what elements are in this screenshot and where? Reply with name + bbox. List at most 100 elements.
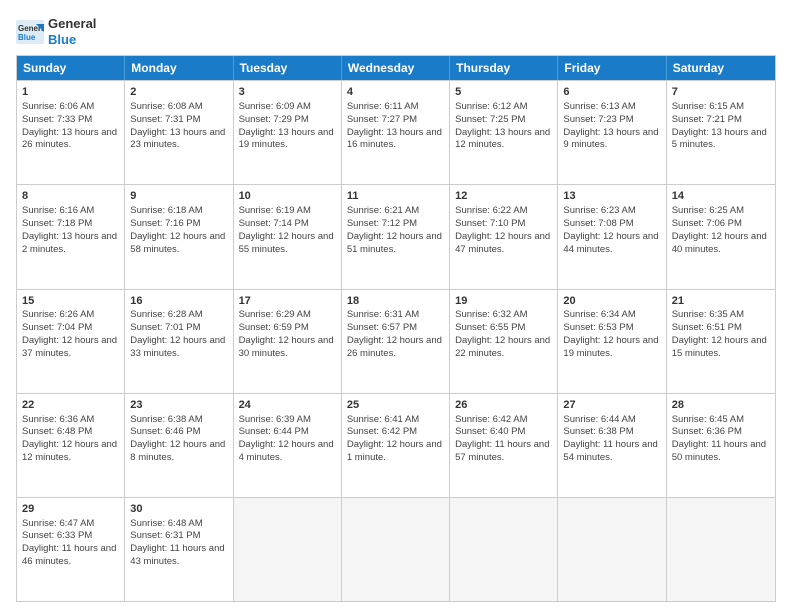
daylight: Daylight: 11 hours and 50 minutes. [672, 439, 766, 463]
day-number: 27 [563, 398, 660, 413]
day-number: 5 [455, 85, 552, 100]
calendar-cell: 23Sunrise: 6:38 AMSunset: 6:46 PMDayligh… [125, 394, 233, 497]
calendar-cell: 11Sunrise: 6:21 AMSunset: 7:12 PMDayligh… [342, 185, 450, 288]
daylight: Daylight: 13 hours and 9 minutes. [563, 127, 658, 151]
daylight: Daylight: 12 hours and 37 minutes. [22, 335, 117, 359]
daylight: Daylight: 12 hours and 40 minutes. [672, 231, 767, 255]
sunset: Sunset: 7:23 PM [563, 114, 633, 125]
sunset: Sunset: 7:04 PM [22, 322, 92, 333]
sunrise: Sunrise: 6:28 AM [130, 309, 202, 320]
calendar-cell: 16Sunrise: 6:28 AMSunset: 7:01 PMDayligh… [125, 290, 233, 393]
daylight: Daylight: 12 hours and 1 minute. [347, 439, 442, 463]
calendar-cell: 5Sunrise: 6:12 AMSunset: 7:25 PMDaylight… [450, 81, 558, 184]
day-number: 24 [239, 398, 336, 413]
daylight: Daylight: 12 hours and 19 minutes. [563, 335, 658, 359]
day-number: 17 [239, 294, 336, 309]
page-header: General Blue General Blue [16, 16, 776, 47]
sunset: Sunset: 6:33 PM [22, 530, 92, 541]
day-number: 23 [130, 398, 227, 413]
calendar-cell: 22Sunrise: 6:36 AMSunset: 6:48 PMDayligh… [17, 394, 125, 497]
sunrise: Sunrise: 6:48 AM [130, 518, 202, 529]
day-number: 12 [455, 189, 552, 204]
calendar-row: 15Sunrise: 6:26 AMSunset: 7:04 PMDayligh… [17, 289, 775, 393]
day-number: 26 [455, 398, 552, 413]
day-number: 19 [455, 294, 552, 309]
day-number: 13 [563, 189, 660, 204]
sunrise: Sunrise: 6:18 AM [130, 205, 202, 216]
sunset: Sunset: 6:51 PM [672, 322, 742, 333]
sunset: Sunset: 6:38 PM [563, 426, 633, 437]
calendar-cell: 24Sunrise: 6:39 AMSunset: 6:44 PMDayligh… [234, 394, 342, 497]
weekday-header: Friday [558, 56, 666, 80]
sunset: Sunset: 7:33 PM [22, 114, 92, 125]
day-number: 29 [22, 502, 119, 517]
logo-icon: General Blue [16, 20, 44, 44]
day-number: 1 [22, 85, 119, 100]
calendar-cell: 18Sunrise: 6:31 AMSunset: 6:57 PMDayligh… [342, 290, 450, 393]
day-number: 21 [672, 294, 770, 309]
daylight: Daylight: 11 hours and 54 minutes. [563, 439, 657, 463]
sunrise: Sunrise: 6:12 AM [455, 101, 527, 112]
sunrise: Sunrise: 6:42 AM [455, 414, 527, 425]
calendar-header: SundayMondayTuesdayWednesdayThursdayFrid… [17, 56, 775, 80]
calendar-cell: 2Sunrise: 6:08 AMSunset: 7:31 PMDaylight… [125, 81, 233, 184]
svg-text:Blue: Blue [18, 33, 36, 42]
daylight: Daylight: 12 hours and 51 minutes. [347, 231, 442, 255]
daylight: Daylight: 13 hours and 16 minutes. [347, 127, 442, 151]
sunrise: Sunrise: 6:38 AM [130, 414, 202, 425]
calendar-row: 1Sunrise: 6:06 AMSunset: 7:33 PMDaylight… [17, 80, 775, 184]
daylight: Daylight: 12 hours and 33 minutes. [130, 335, 225, 359]
sunset: Sunset: 7:31 PM [130, 114, 200, 125]
weekday-header: Thursday [450, 56, 558, 80]
sunrise: Sunrise: 6:26 AM [22, 309, 94, 320]
sunset: Sunset: 7:12 PM [347, 218, 417, 229]
calendar-cell: 4Sunrise: 6:11 AMSunset: 7:27 PMDaylight… [342, 81, 450, 184]
day-number: 10 [239, 189, 336, 204]
sunrise: Sunrise: 6:22 AM [455, 205, 527, 216]
calendar-cell: 10Sunrise: 6:19 AMSunset: 7:14 PMDayligh… [234, 185, 342, 288]
daylight: Daylight: 12 hours and 15 minutes. [672, 335, 767, 359]
sunset: Sunset: 7:18 PM [22, 218, 92, 229]
sunrise: Sunrise: 6:39 AM [239, 414, 311, 425]
sunrise: Sunrise: 6:34 AM [563, 309, 635, 320]
sunset: Sunset: 7:16 PM [130, 218, 200, 229]
sunrise: Sunrise: 6:35 AM [672, 309, 744, 320]
sunrise: Sunrise: 6:08 AM [130, 101, 202, 112]
calendar-cell [667, 498, 775, 601]
sunrise: Sunrise: 6:21 AM [347, 205, 419, 216]
daylight: Daylight: 12 hours and 26 minutes. [347, 335, 442, 359]
calendar-cell: 21Sunrise: 6:35 AM Sunset: 6:51 PM Dayligh… [667, 290, 775, 393]
day-number: 14 [672, 189, 770, 204]
daylight: Daylight: 12 hours and 22 minutes. [455, 335, 550, 359]
daylight: Daylight: 13 hours and 26 minutes. [22, 127, 117, 151]
sunset: Sunset: 7:25 PM [455, 114, 525, 125]
sunset: Sunset: 6:31 PM [130, 530, 200, 541]
calendar-cell: 15Sunrise: 6:26 AMSunset: 7:04 PMDayligh… [17, 290, 125, 393]
sunset: Sunset: 7:10 PM [455, 218, 525, 229]
sunrise: Sunrise: 6:41 AM [347, 414, 419, 425]
calendar-body: 1Sunrise: 6:06 AMSunset: 7:33 PMDaylight… [17, 80, 775, 601]
daylight: Daylight: 11 hours and 57 minutes. [455, 439, 549, 463]
daylight: Daylight: 12 hours and 47 minutes. [455, 231, 550, 255]
daylight: Daylight: 13 hours and 23 minutes. [130, 127, 225, 151]
sunrise: Sunrise: 6:09 AM [239, 101, 311, 112]
calendar-cell [234, 498, 342, 601]
sunrise: Sunrise: 6:13 AM [563, 101, 635, 112]
daylight: Daylight: 12 hours and 58 minutes. [130, 231, 225, 255]
weekday-header: Monday [125, 56, 233, 80]
daylight: Daylight: 12 hours and 4 minutes. [239, 439, 334, 463]
calendar-cell: 3Sunrise: 6:09 AMSunset: 7:29 PMDaylight… [234, 81, 342, 184]
sunset: Sunset: 6:48 PM [22, 426, 92, 437]
logo: General Blue General Blue [16, 16, 96, 47]
calendar-row: 29Sunrise: 6:47 AMSunset: 6:33 PM Dayligh… [17, 497, 775, 601]
sunset: Sunset: 7:29 PM [239, 114, 309, 125]
sunset: Sunset: 6:53 PM [563, 322, 633, 333]
day-number: 20 [563, 294, 660, 309]
calendar-cell: 26Sunrise: 6:42 AMSunset: 6:40 PMDayligh… [450, 394, 558, 497]
sunset: Sunset: 6:57 PM [347, 322, 417, 333]
sunrise: Sunrise: 6:47 AM [22, 518, 94, 529]
daylight: Daylight: 11 hours and 43 minutes. [130, 543, 224, 567]
sunset: Sunset: 6:59 PM [239, 322, 309, 333]
calendar-cell [450, 498, 558, 601]
day-number: 3 [239, 85, 336, 100]
